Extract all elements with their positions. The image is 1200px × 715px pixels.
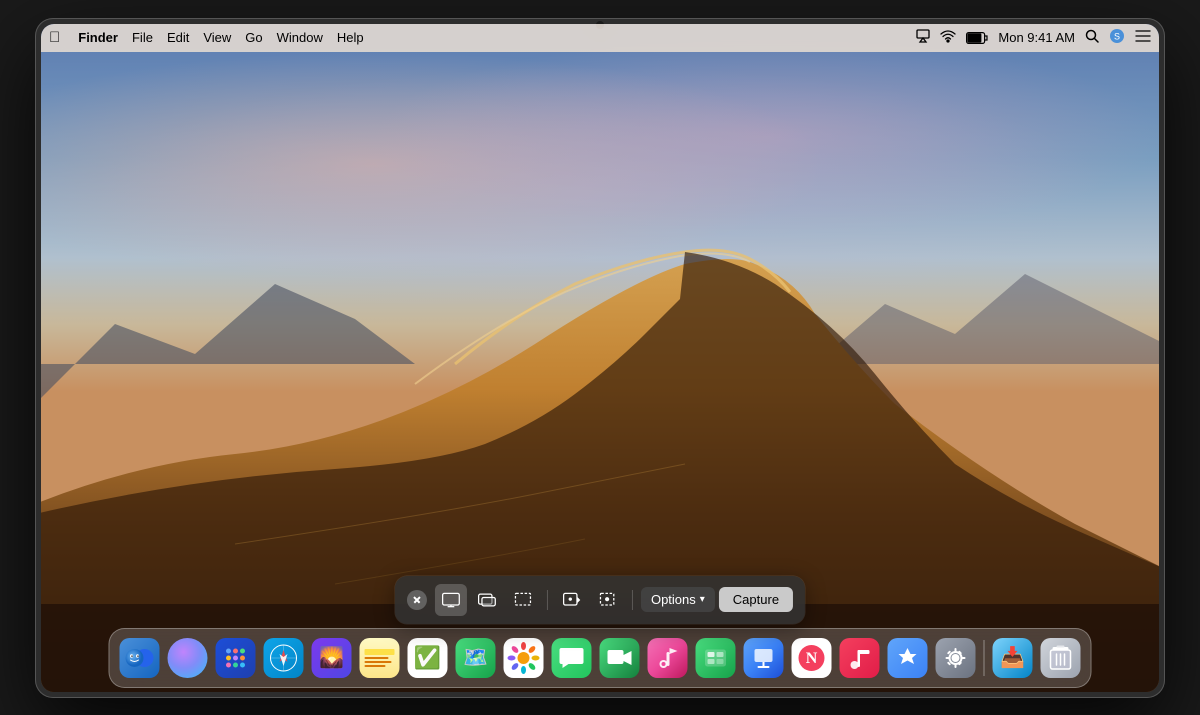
search-icon[interactable] bbox=[1085, 29, 1099, 46]
clock[interactable]: Mon 9:41 AM bbox=[998, 30, 1075, 45]
dock-item-airdrop[interactable]: 📥 bbox=[991, 636, 1035, 680]
capture-selected-window-button[interactable] bbox=[471, 584, 503, 616]
toolbar-separator bbox=[547, 590, 548, 610]
dock-item-launchpad[interactable] bbox=[214, 636, 258, 680]
mac-frame:  Finder File Edit View Go Window Help bbox=[35, 18, 1165, 698]
dock-item-photos-screensaver[interactable]: 🌄 bbox=[310, 636, 354, 680]
menu-help[interactable]: Help bbox=[337, 30, 364, 45]
dock-item-messages[interactable] bbox=[550, 636, 594, 680]
dock-item-keynote[interactable] bbox=[742, 636, 786, 680]
dock-item-trash[interactable] bbox=[1039, 636, 1083, 680]
options-chevron-icon: ▾ bbox=[700, 594, 705, 605]
menubar-left:  Finder File Edit View Go Window Help bbox=[49, 29, 364, 46]
options-button[interactable]: Options ▾ bbox=[641, 587, 715, 612]
svg-text:N: N bbox=[806, 650, 818, 667]
dock-item-notes[interactable] bbox=[358, 636, 402, 680]
dock-item-itunes[interactable] bbox=[646, 636, 690, 680]
apple-menu[interactable]:  bbox=[49, 29, 60, 46]
capture-selected-portion-button[interactable] bbox=[507, 584, 539, 616]
menu-go[interactable]: Go bbox=[245, 30, 262, 45]
dock-item-photos[interactable] bbox=[502, 636, 546, 680]
menu-view[interactable]: View bbox=[203, 30, 231, 45]
menubar-right: Mon 9:41 AM S bbox=[916, 28, 1151, 47]
battery-icon[interactable] bbox=[966, 32, 988, 44]
svg-text:S: S bbox=[1114, 32, 1120, 42]
capture-entire-screen-button[interactable] bbox=[435, 584, 467, 616]
close-button[interactable] bbox=[407, 590, 427, 610]
siri-icon[interactable]: S bbox=[1109, 28, 1125, 47]
screen:  Finder File Edit View Go Window Help bbox=[41, 24, 1159, 692]
menu-edit[interactable]: Edit bbox=[167, 30, 189, 45]
screenshot-toolbar: Options ▾ Capture bbox=[395, 576, 805, 624]
dock-item-finder[interactable] bbox=[118, 636, 162, 680]
dock-item-music[interactable] bbox=[838, 636, 882, 680]
record-selected-portion-button[interactable] bbox=[592, 584, 624, 616]
dock-separator bbox=[984, 640, 985, 676]
app-name[interactable]: Finder bbox=[78, 30, 118, 45]
dock-item-siri[interactable] bbox=[166, 636, 210, 680]
airplay-icon[interactable] bbox=[916, 29, 930, 46]
wifi-icon[interactable] bbox=[940, 29, 956, 46]
dock-item-safari[interactable] bbox=[262, 636, 306, 680]
capture-button[interactable]: Capture bbox=[719, 587, 793, 612]
record-entire-screen-button[interactable] bbox=[556, 584, 588, 616]
dock: 🌄 ✅ 🗺️ bbox=[109, 628, 1092, 688]
menu-file[interactable]: File bbox=[132, 30, 153, 45]
menubar:  Finder File Edit View Go Window Help bbox=[41, 24, 1159, 52]
dock-item-reminders[interactable]: ✅ bbox=[406, 636, 450, 680]
menu-window[interactable]: Window bbox=[277, 30, 323, 45]
dock-item-facetime[interactable] bbox=[598, 636, 642, 680]
dock-item-news[interactable]: N bbox=[790, 636, 834, 680]
dock-item-app-store[interactable] bbox=[886, 636, 930, 680]
control-center-icon[interactable] bbox=[1135, 29, 1151, 46]
dock-item-numbers[interactable] bbox=[694, 636, 738, 680]
dock-item-system-preferences[interactable] bbox=[934, 636, 978, 680]
dock-item-maps[interactable]: 🗺️ bbox=[454, 636, 498, 680]
toolbar-separator-2 bbox=[632, 590, 633, 610]
